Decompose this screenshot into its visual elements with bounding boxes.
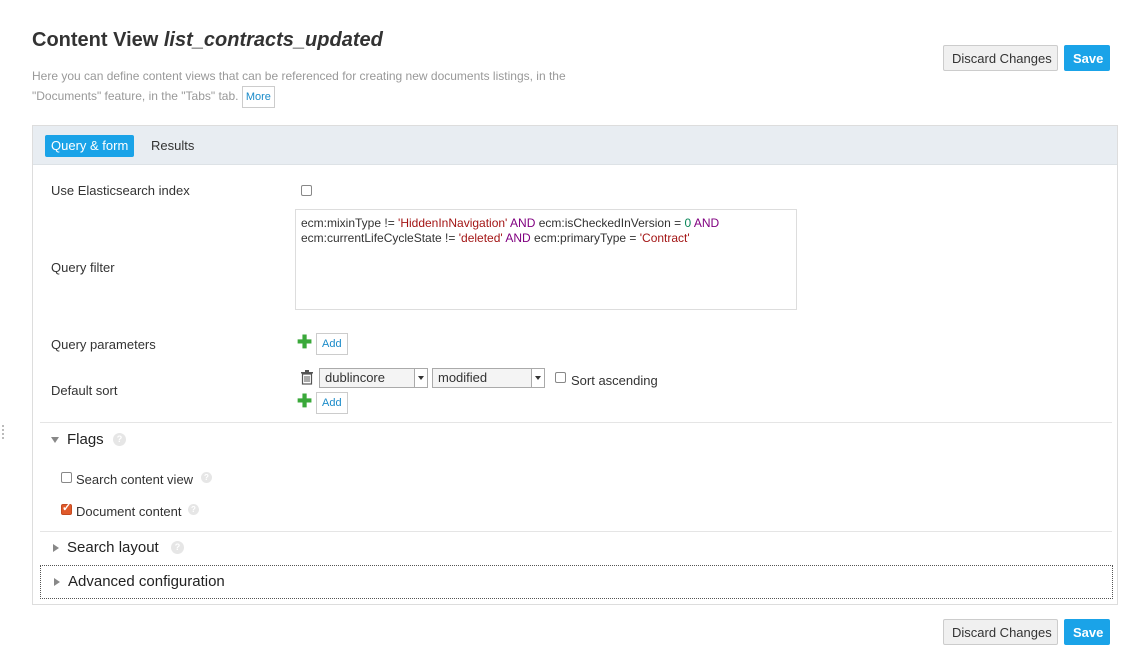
search-content-view-checkbox[interactable] — [61, 472, 72, 483]
help-icon[interactable]: ? — [188, 504, 199, 515]
add-sort-button[interactable]: Add — [316, 392, 348, 414]
add-plus-icon[interactable]: ✚ — [297, 333, 312, 351]
chevron-down-icon — [414, 369, 427, 387]
default-sort-label: Default sort — [51, 383, 118, 398]
content-view-panel: Query & form Results Use Elasticsearch i… — [32, 125, 1118, 605]
sort-field-value: modified — [438, 370, 488, 385]
tab-bar: Query & form Results — [33, 126, 1117, 165]
search-layout-section-title[interactable]: Search layout — [67, 539, 159, 556]
query-filter-label: Query filter — [51, 260, 115, 275]
use-elasticsearch-label: Use Elasticsearch index — [51, 183, 190, 198]
help-icon[interactable]: ? — [201, 472, 212, 483]
more-button[interactable]: More — [241, 86, 275, 108]
document-content-checkbox[interactable] — [61, 501, 72, 515]
add-query-parameter-button[interactable]: Add — [316, 333, 348, 355]
collapse-triangle-icon[interactable] — [53, 544, 59, 552]
discard-changes-button-bottom[interactable]: Discard Changes — [943, 619, 1058, 645]
sort-field-select[interactable]: modified — [432, 368, 545, 388]
use-elasticsearch-checkbox[interactable] — [301, 185, 312, 196]
query-line-1: ecm:mixinType != 'HiddenInNavigation' AN… — [301, 216, 720, 230]
save-button-bottom[interactable]: Save — [1064, 619, 1110, 645]
search-content-view-label: Search content view — [76, 472, 194, 487]
sort-schema-select[interactable]: dublincore — [319, 368, 428, 388]
save-button-top[interactable]: Save — [1064, 45, 1110, 71]
description-text: Here you can define content views that c… — [32, 69, 566, 104]
chevron-down-icon — [531, 369, 544, 387]
page-title-prefix: Content View — [32, 29, 159, 51]
help-icon[interactable]: ? — [171, 541, 184, 554]
sort-ascending-label: Sort ascending — [571, 373, 658, 388]
help-icon[interactable]: ? — [113, 433, 126, 446]
divider — [40, 422, 1112, 423]
resize-grip[interactable] — [2, 425, 5, 439]
expand-triangle-icon[interactable] — [51, 437, 59, 443]
tab-query-form[interactable]: Query & form — [45, 135, 135, 157]
tab-results[interactable]: Results — [145, 135, 200, 157]
query-filter-editor[interactable]: ecm:mixinType != 'HiddenInNavigation' AN… — [295, 209, 797, 310]
page-title: Content View list_contracts_updated — [32, 29, 383, 52]
document-content-label: Document content — [76, 504, 182, 519]
discard-changes-button-top[interactable]: Discard Changes — [943, 45, 1058, 71]
query-line-2: ecm:currentLifeCycleState != 'deleted' A… — [301, 231, 690, 245]
add-plus-icon[interactable]: ✚ — [297, 392, 312, 410]
trash-icon[interactable] — [300, 370, 314, 385]
divider — [40, 531, 1112, 532]
sort-schema-value: dublincore — [325, 370, 385, 385]
advanced-configuration-title[interactable]: Advanced configuration — [68, 573, 225, 590]
advanced-configuration-section[interactable]: Advanced configuration — [40, 565, 1113, 599]
page-description: Here you can define content views that c… — [32, 66, 632, 108]
collapse-triangle-icon[interactable] — [54, 578, 60, 586]
content-view-name: list_contracts_updated — [163, 29, 383, 51]
sort-ascending-checkbox[interactable] — [555, 372, 566, 383]
query-parameters-label: Query parameters — [51, 337, 156, 352]
flags-section-title[interactable]: Flags — [67, 431, 104, 448]
